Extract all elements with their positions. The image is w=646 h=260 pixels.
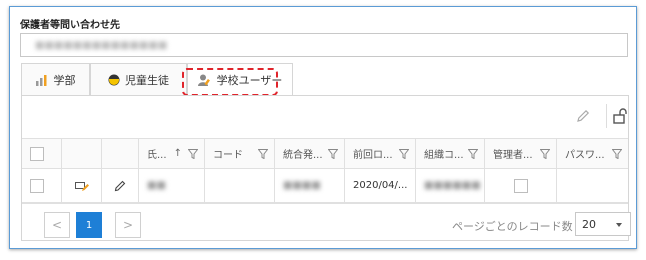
filter-icon[interactable] — [540, 148, 550, 159]
filter-icon[interactable] — [258, 148, 268, 159]
row-password — [557, 169, 628, 202]
header-admin[interactable]: 管理者... — [485, 139, 557, 168]
row-select-cell[interactable] — [22, 169, 62, 202]
header-code[interactable]: コード — [205, 139, 275, 168]
next-page-button[interactable]: > — [115, 212, 141, 238]
student-icon — [108, 74, 120, 86]
header-last-login-label: 前回ロ... — [353, 150, 393, 161]
row-pencil-cell[interactable] — [102, 169, 139, 202]
sort-arrow-icon[interactable]: ↑ — [174, 148, 182, 159]
tab-faculty-label: 学部 — [53, 74, 76, 87]
tab-students-label: 児童生徒 — [125, 74, 169, 87]
header-integrated-label: 統合発... — [283, 150, 323, 161]
unlock-icon[interactable] — [612, 108, 628, 124]
header-blank-1 — [62, 139, 102, 168]
header-last-login[interactable]: 前回ロ... — [345, 139, 416, 168]
contact-input[interactable]: ■■■■■■■■■■■■■■ — [20, 33, 628, 57]
tab-school-users-label: 学校ユーザー — [216, 74, 283, 87]
table-row[interactable]: ■■ ■■■■ 2020/04/... ■■■■■■ — [22, 169, 628, 203]
header-integrated[interactable]: 統合発... — [275, 139, 345, 168]
row-edit-cell[interactable] — [62, 169, 102, 202]
header-name-label: 氏... — [147, 150, 167, 161]
prev-page-button[interactable]: < — [44, 212, 70, 238]
toolbar-divider — [606, 104, 607, 128]
select-all-checkbox[interactable] — [30, 146, 44, 161]
row-last-login: 2020/04/... — [345, 169, 416, 202]
header-org-code-label: 組織コ... — [424, 150, 464, 161]
per-page-select[interactable]: 20 — [575, 212, 631, 236]
tab-students[interactable]: 児童生徒 — [90, 63, 187, 96]
per-page-label: ページごとのレコード数 — [452, 220, 573, 233]
filter-icon[interactable] — [612, 148, 622, 159]
per-page-value: 20 — [582, 217, 596, 231]
filter-icon[interactable] — [188, 148, 198, 159]
chevron-down-icon — [616, 223, 622, 227]
bar-chart-icon — [35, 74, 49, 86]
tab-school-users[interactable]: 学校ユーザー — [187, 63, 293, 96]
row-integrated: ■■■■ — [275, 169, 345, 202]
page-1-button[interactable]: 1 — [76, 212, 102, 238]
header-org-code[interactable]: 組織コ... — [416, 139, 485, 168]
field-label: 保護者等問い合わせ先 — [20, 20, 120, 31]
filter-icon[interactable] — [468, 148, 478, 159]
grid-panel: 氏... ↑ コード 統合発... 前回ロ... 組織コ... 管理者... パ… — [21, 95, 631, 241]
admin-checkbox — [513, 178, 528, 193]
filter-icon[interactable] — [399, 148, 409, 159]
header-select-all[interactable] — [22, 139, 62, 168]
header-password[interactable]: パスワ... — [557, 139, 628, 168]
pencil-icon[interactable] — [575, 108, 591, 124]
user-edit-icon — [197, 74, 212, 86]
tab-faculty[interactable]: 学部 — [21, 63, 90, 96]
row-org-code: ■■■■■■ — [416, 169, 485, 202]
grid-header: 氏... ↑ コード 統合発... 前回ロ... 組織コ... 管理者... パ… — [22, 138, 628, 169]
header-admin-label: 管理者... — [493, 150, 533, 161]
header-code-label: コード — [213, 150, 243, 161]
contact-value: ■■■■■■■■■■■■■■ — [35, 40, 168, 51]
header-name[interactable]: 氏... ↑ — [139, 139, 205, 168]
pager: < 1 > ページごとのレコード数 20 — [22, 203, 631, 241]
header-blank-2 — [102, 139, 139, 168]
row-admin — [485, 169, 557, 202]
row-checkbox[interactable] — [30, 178, 44, 193]
school-user-frame: 保護者等問い合わせ先 ■■■■■■■■■■■■■■ 学部 児童生徒 学校ユーザー — [9, 6, 637, 249]
filter-icon[interactable] — [328, 148, 338, 159]
edit-record-icon[interactable] — [75, 180, 89, 192]
row-code — [205, 169, 275, 202]
pencil-icon[interactable] — [114, 180, 126, 192]
row-name: ■■ — [139, 169, 205, 202]
header-password-label: パスワ... — [565, 150, 605, 161]
